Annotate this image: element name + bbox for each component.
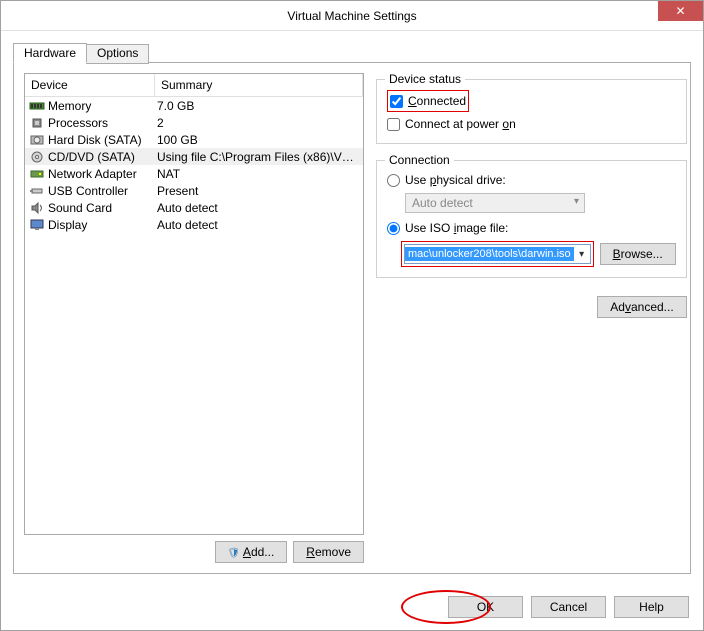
left-buttons: 🛡 Add... Remove [24, 541, 364, 563]
physical-drive-label: Use physical drive: [405, 173, 506, 187]
device-name: Hard Disk (SATA) [48, 133, 157, 147]
device-name: Memory [48, 99, 157, 113]
device-name: Processors [48, 116, 157, 130]
tab-options[interactable]: Options [86, 44, 149, 64]
table-row[interactable]: Sound CardAuto detect [25, 199, 363, 216]
table-row[interactable]: CD/DVD (SATA)Using file C:\Program Files… [25, 148, 363, 165]
device-summary: 100 GB [157, 133, 359, 147]
device-summary: 2 [157, 116, 359, 130]
device-list[interactable]: Device Summary Memory7.0 GBProcessors2Ha… [24, 73, 364, 535]
remove-button[interactable]: Remove [293, 541, 364, 563]
device-summary: NAT [157, 167, 359, 181]
list-header: Device Summary [25, 74, 363, 97]
connection-legend: Connection [385, 153, 454, 167]
net-icon [29, 167, 45, 181]
connected-checkbox-row[interactable]: Connected [390, 92, 466, 110]
table-row[interactable]: Memory7.0 GB [25, 97, 363, 114]
device-name: Network Adapter [48, 167, 157, 181]
device-summary: Auto detect [157, 218, 359, 232]
bottom-buttons: OK Cancel Help [1, 586, 703, 630]
header-device[interactable]: Device [25, 74, 155, 96]
table-row[interactable]: DisplayAuto detect [25, 216, 363, 233]
device-name: CD/DVD (SATA) [48, 150, 157, 164]
ok-button[interactable]: OK [448, 596, 523, 618]
table-row[interactable]: Hard Disk (SATA)100 GB [25, 131, 363, 148]
device-name: Sound Card [48, 201, 157, 215]
display-icon [29, 218, 45, 232]
iso-input-row: mac\unlocker208\tools\darwin.iso ▾ Brows… [401, 241, 676, 267]
iso-row-label[interactable]: Use ISO image file: [387, 219, 676, 237]
connected-checkbox[interactable] [390, 95, 403, 108]
table-row[interactable]: Processors2 [25, 114, 363, 131]
connected-label: Connected [408, 94, 466, 108]
tab-panel: Device Summary Memory7.0 GBProcessors2Ha… [13, 62, 691, 574]
add-button[interactable]: 🛡 Add... [215, 541, 288, 563]
header-summary[interactable]: Summary [155, 74, 363, 96]
close-button[interactable]: ✕ [658, 1, 703, 21]
help-button[interactable]: Help [614, 596, 689, 618]
list-body: Memory7.0 GBProcessors2Hard Disk (SATA)1… [25, 97, 363, 233]
tab-hardware[interactable]: Hardware [13, 43, 87, 63]
cpu-icon [29, 116, 45, 130]
device-summary: Present [157, 184, 359, 198]
left-column: Device Summary Memory7.0 GBProcessors2Ha… [24, 73, 364, 563]
iso-radio[interactable] [387, 222, 400, 235]
table-row[interactable]: Network AdapterNAT [25, 165, 363, 182]
connect-poweron-row[interactable]: Connect at power on [387, 115, 676, 133]
physical-drive-dropdown: Auto detect [405, 193, 585, 213]
iso-path-text[interactable]: mac\unlocker208\tools\darwin.iso [405, 247, 574, 261]
iso-combobox[interactable]: mac\unlocker208\tools\darwin.iso ▾ [404, 244, 591, 264]
close-icon: ✕ [675, 4, 685, 18]
device-summary: Using file C:\Program Files (x86)\VM... [157, 150, 359, 164]
device-status-legend: Device status [385, 72, 465, 86]
settings-window: Virtual Machine Settings ✕ Hardware Opti… [0, 0, 704, 631]
device-summary: 7.0 GB [157, 99, 359, 113]
iso-highlight: mac\unlocker208\tools\darwin.iso ▾ [401, 241, 594, 267]
memory-icon [29, 99, 45, 113]
window-title: Virtual Machine Settings [287, 9, 416, 23]
chevron-down-icon[interactable]: ▾ [574, 249, 590, 260]
table-row[interactable]: USB ControllerPresent [25, 182, 363, 199]
connect-poweron-checkbox[interactable] [387, 118, 400, 131]
tab-bar: Hardware Options [13, 43, 691, 63]
connection-group: Connection Use physical drive: Auto dete… [376, 160, 687, 278]
titlebar: Virtual Machine Settings ✕ [1, 1, 703, 31]
advanced-row: Advanced... [376, 296, 687, 318]
browse-button[interactable]: Browse... [600, 243, 676, 265]
iso-label: Use ISO image file: [405, 221, 508, 235]
add-label: Add... [243, 545, 274, 559]
device-name: Display [48, 218, 157, 232]
content-area: Hardware Options Device Summary Memory7.… [1, 31, 703, 586]
right-column: Device status Connected Connect at power… [376, 73, 687, 563]
physical-drive-radio[interactable] [387, 174, 400, 187]
advanced-button[interactable]: Advanced... [597, 296, 686, 318]
connected-highlight: Connected [387, 90, 469, 112]
hdd-icon [29, 133, 45, 147]
cancel-button[interactable]: Cancel [531, 596, 606, 618]
device-name: USB Controller [48, 184, 157, 198]
usb-icon [29, 184, 45, 198]
device-status-group: Device status Connected Connect at power… [376, 79, 687, 144]
shield-icon: 🛡 [228, 548, 241, 559]
sound-icon [29, 201, 45, 215]
cd-icon [29, 150, 45, 164]
device-summary: Auto detect [157, 201, 359, 215]
physical-drive-row[interactable]: Use physical drive: [387, 171, 676, 189]
connect-poweron-label: Connect at power on [405, 117, 516, 131]
